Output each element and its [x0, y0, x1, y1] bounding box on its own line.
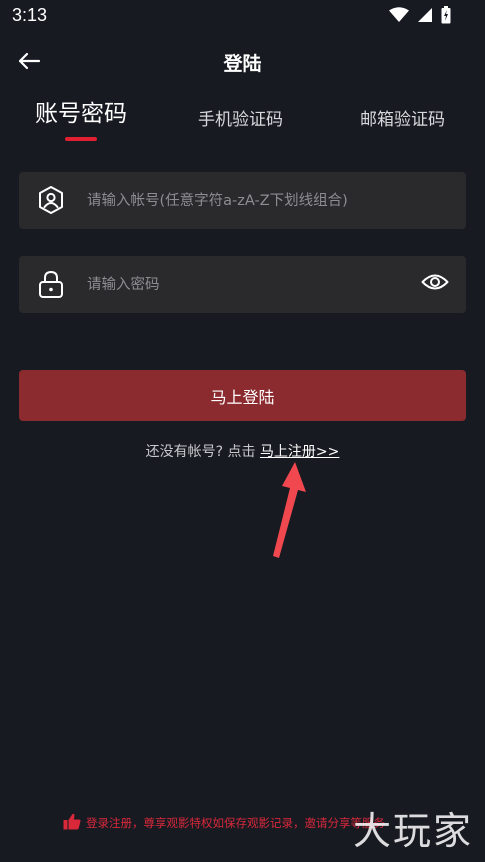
password-visibility-toggle[interactable] [420, 269, 450, 299]
signal-icon [417, 7, 433, 27]
nav-bar: 登陆 [0, 40, 485, 84]
tab-email-code[interactable]: 邮箱验证码 [360, 105, 445, 130]
register-prompt: 还没有帐号? 点击 马上注册>> [0, 441, 485, 461]
login-button[interactable]: 马上登陆 [19, 370, 466, 421]
battery-icon [441, 6, 451, 28]
login-tabs: 账号密码 手机验证码 邮箱验证码 [0, 96, 485, 146]
page-title: 登陆 [223, 53, 262, 75]
tab-account-password[interactable]: 账号密码 [35, 94, 127, 128]
password-field [19, 256, 466, 313]
tab-phone-code[interactable]: 手机验证码 [198, 105, 283, 130]
eye-icon [421, 272, 449, 296]
lock-icon [36, 269, 66, 299]
register-prompt-text: 还没有帐号? 点击 [145, 444, 260, 460]
annotation-arrow [262, 458, 312, 564]
password-input[interactable] [87, 256, 407, 313]
thumbs-up-icon [63, 813, 81, 833]
tab-active-indicator [65, 137, 97, 141]
account-input[interactable] [87, 172, 407, 229]
status-time: 3:13 [12, 5, 48, 25]
status-bar: 3:13 [0, 0, 485, 34]
status-icons [389, 6, 451, 28]
footer-tip-text: 登录注册，尊享观影特权如保存观影记录，邀请分享等服务 [86, 816, 385, 830]
user-shield-icon [36, 185, 66, 215]
watermark: 大玩家 [352, 809, 473, 853]
footer-tip: 登录注册，尊享观影特权如保存观影记录，邀请分享等服务 [63, 813, 385, 833]
account-field [19, 172, 466, 229]
wifi-icon [389, 7, 409, 27]
